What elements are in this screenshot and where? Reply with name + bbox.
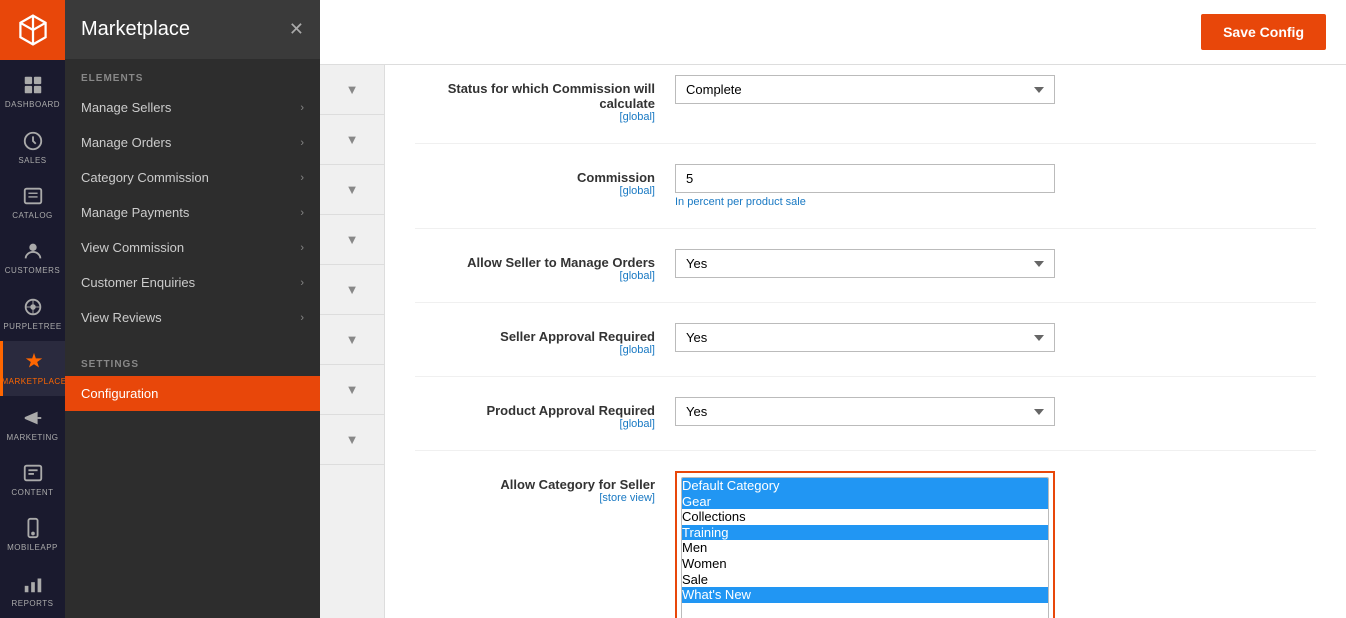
collapse-arrow-3[interactable]: ▼ bbox=[320, 165, 384, 215]
collapse-arrow-6[interactable]: ▼ bbox=[320, 315, 384, 365]
collapse-arrow-7[interactable]: ▼ bbox=[320, 365, 384, 415]
commission-field: In percent per product sale bbox=[675, 164, 1055, 208]
collapse-arrow-2[interactable]: ▼ bbox=[320, 115, 384, 165]
commission-status-row: Status for which Commission will calcula… bbox=[415, 75, 1316, 144]
sidebar-item-dashboard[interactable]: DASHBOARD bbox=[0, 64, 65, 119]
chevron-icon: › bbox=[300, 172, 304, 184]
sidebar-item-sales[interactable]: SALES bbox=[0, 119, 65, 174]
sidebar-item-purpletree[interactable]: PURPLETREE bbox=[0, 286, 65, 341]
commission-label: Commission [global] bbox=[415, 164, 675, 197]
save-config-button[interactable]: Save Config bbox=[1201, 14, 1326, 50]
sidebar-item-customer-enquiries[interactable]: Customer Enquiries › bbox=[65, 265, 320, 300]
chevron-icon: › bbox=[300, 277, 304, 289]
sidebar-item-category-commission[interactable]: Category Commission › bbox=[65, 160, 320, 195]
sidebar-item-mobileapp[interactable]: MOBILEAPP bbox=[0, 507, 65, 562]
chevron-icon: › bbox=[300, 242, 304, 254]
commission-status-label: Status for which Commission will calcula… bbox=[415, 75, 675, 123]
allow-category-label: Allow Category for Seller [store view] bbox=[415, 471, 675, 504]
sidebar-item-manage-sellers[interactable]: Manage Sellers › bbox=[65, 90, 320, 125]
form-panel: Status for which Commission will calcula… bbox=[385, 65, 1346, 618]
allow-category-field: Default CategoryGearCollectionsTrainingM… bbox=[675, 471, 1055, 618]
category-listbox-wrapper: Default CategoryGearCollectionsTrainingM… bbox=[675, 471, 1055, 618]
sidebar-settings-label: Settings bbox=[65, 345, 320, 376]
sidebar-item-customers[interactable]: CUSTOMERS bbox=[0, 230, 65, 285]
collapse-arrow-5[interactable]: ▼ bbox=[320, 265, 384, 315]
sidebar-header: Marketplace ✕ bbox=[65, 0, 320, 59]
seller-approval-select[interactable]: Yes No bbox=[675, 323, 1055, 352]
product-approval-field: Yes No bbox=[675, 397, 1055, 426]
chevron-icon: › bbox=[300, 102, 304, 114]
sidebar-item-view-reviews[interactable]: View Reviews › bbox=[65, 300, 320, 335]
collapse-arrow-4[interactable]: ▼ bbox=[320, 215, 384, 265]
sidebar-title: Marketplace bbox=[81, 18, 190, 41]
allow-category-row: Allow Category for Seller [store view] D… bbox=[415, 471, 1316, 618]
seller-approval-field: Yes No bbox=[675, 323, 1055, 352]
app-logo bbox=[0, 0, 65, 60]
sidebar-item-reports[interactable]: REPORTS bbox=[0, 563, 65, 618]
allow-seller-orders-select[interactable]: Yes No bbox=[675, 249, 1055, 278]
commission-input[interactable] bbox=[675, 164, 1055, 193]
left-panel: ▼ ▼ ▼ ▼ ▼ ▼ ▼ ▼ bbox=[320, 65, 385, 618]
product-approval-row: Product Approval Required [global] Yes N… bbox=[415, 397, 1316, 451]
chevron-icon: › bbox=[300, 137, 304, 149]
product-approval-select[interactable]: Yes No bbox=[675, 397, 1055, 426]
allow-seller-orders-row: Allow Seller to Manage Orders [global] Y… bbox=[415, 249, 1316, 303]
sidebar-close-button[interactable]: ✕ bbox=[289, 19, 304, 40]
collapse-arrow-1[interactable]: ▼ bbox=[320, 65, 384, 115]
product-approval-label: Product Approval Required [global] bbox=[415, 397, 675, 430]
seller-approval-label: Seller Approval Required [global] bbox=[415, 323, 675, 356]
main-area: Save Config ▼ ▼ ▼ ▼ ▼ ▼ ▼ ▼ Status for w… bbox=[320, 0, 1346, 618]
chevron-icon: › bbox=[300, 207, 304, 219]
category-listbox[interactable]: Default CategoryGearCollectionsTrainingM… bbox=[681, 477, 1049, 618]
commission-hint: In percent per product sale bbox=[675, 196, 1055, 208]
collapse-arrow-8[interactable]: ▼ bbox=[320, 415, 384, 465]
chevron-icon: › bbox=[300, 312, 304, 324]
sidebar: Marketplace ✕ Elements Manage Sellers › … bbox=[65, 0, 320, 618]
sidebar-item-manage-orders[interactable]: Manage Orders › bbox=[65, 125, 320, 160]
sidebar-item-marketing[interactable]: MARKETING bbox=[0, 396, 65, 451]
sidebar-item-configuration[interactable]: Configuration bbox=[65, 376, 320, 411]
sidebar-item-marketplace[interactable]: MARKETPLACE bbox=[0, 341, 65, 396]
topbar: Save Config bbox=[320, 0, 1346, 65]
seller-approval-row: Seller Approval Required [global] Yes No bbox=[415, 323, 1316, 377]
sidebar-item-view-commission[interactable]: View Commission › bbox=[65, 230, 320, 265]
icon-nav: DASHBOARD SALES CATALOG CUSTOMERS PURPLE… bbox=[0, 0, 65, 618]
commission-status-select[interactable]: Complete Processing Pending bbox=[675, 75, 1055, 104]
allow-seller-orders-field: Yes No bbox=[675, 249, 1055, 278]
sidebar-elements-label: Elements bbox=[65, 59, 320, 90]
sidebar-item-catalog[interactable]: CATALOG bbox=[0, 175, 65, 230]
content-area: ▼ ▼ ▼ ▼ ▼ ▼ ▼ ▼ Status for which Commiss… bbox=[320, 65, 1346, 618]
allow-seller-orders-label: Allow Seller to Manage Orders [global] bbox=[415, 249, 675, 282]
sidebar-item-manage-payments[interactable]: Manage Payments › bbox=[65, 195, 320, 230]
commission-row: Commission [global] In percent per produ… bbox=[415, 164, 1316, 229]
commission-status-field: Complete Processing Pending bbox=[675, 75, 1055, 104]
sidebar-item-content[interactable]: CONTENT bbox=[0, 452, 65, 507]
